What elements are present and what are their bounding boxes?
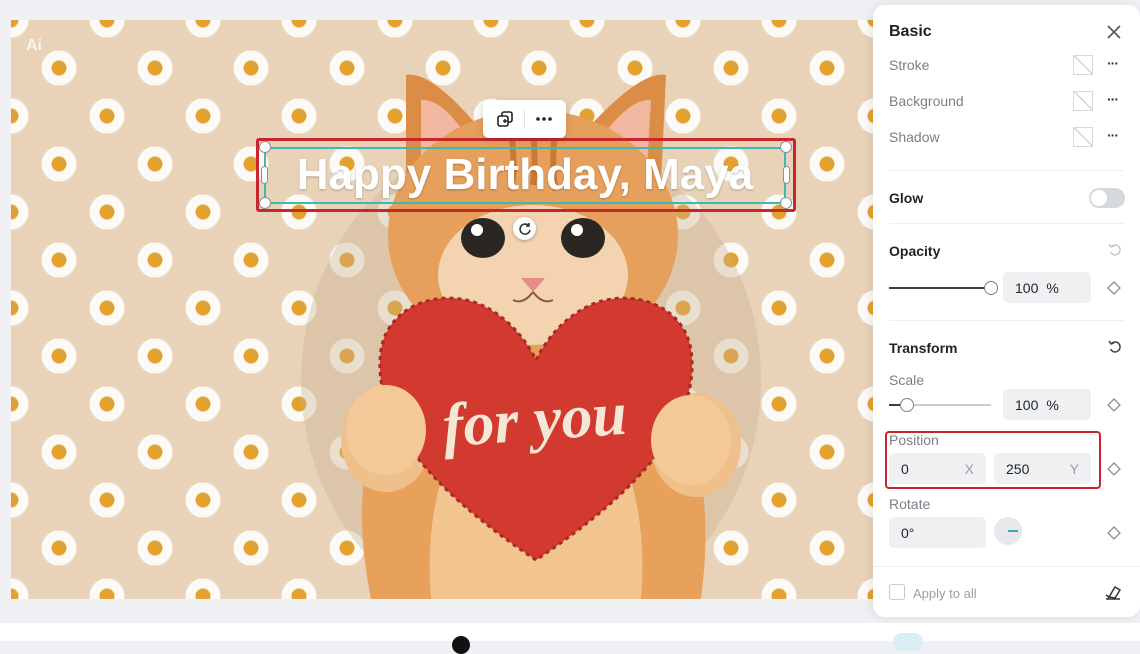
resize-handle-right[interactable] <box>783 166 790 184</box>
rotate-label: Rotate <box>889 496 931 512</box>
heart-text: for you <box>440 380 629 461</box>
position-x-axis-label: X <box>964 460 974 477</box>
scale-label: Scale <box>889 372 925 388</box>
close-icon <box>1107 25 1121 39</box>
transform-reset-button[interactable] <box>1107 339 1123 355</box>
panel-footer: Apply to all <box>873 566 1140 617</box>
glow-title: Glow <box>889 190 924 206</box>
divider <box>889 320 1124 321</box>
position-y-input[interactable]: 250 Y <box>994 453 1091 484</box>
opacity-slider-fill <box>889 287 991 289</box>
bottom-bar <box>0 623 1140 641</box>
playhead-icon[interactable] <box>452 636 470 654</box>
keyframe-diamond-icon <box>1107 526 1121 540</box>
resize-handle-left[interactable] <box>261 166 268 184</box>
position-keyframe-button[interactable] <box>1107 462 1121 476</box>
resize-handle-top-right[interactable] <box>780 141 792 153</box>
opacity-slider[interactable] <box>889 287 991 289</box>
opacity-value: 100 <box>1015 279 1039 296</box>
glow-toggle[interactable] <box>1089 188 1125 208</box>
scale-keyframe-button[interactable] <box>1107 398 1121 412</box>
transform-title: Transform <box>889 340 958 356</box>
background-more-button[interactable]: ··· <box>1107 91 1119 107</box>
opacity-keyframe-button[interactable] <box>1107 281 1121 295</box>
keyframe-diamond-icon <box>1107 281 1121 295</box>
divider <box>889 170 1124 171</box>
resize-handle-bottom-left[interactable] <box>259 197 271 209</box>
scale-slider-thumb[interactable] <box>900 398 914 412</box>
stroke-swatch[interactable] <box>1073 55 1093 75</box>
rotate-keyframe-button[interactable] <box>1107 526 1121 540</box>
properties-panel: Basic Stroke ··· Background ··· Shadow ·… <box>873 5 1140 617</box>
editor-canvas[interactable]: Ai for you Happy Birthday, Maya <box>11 20 873 599</box>
shadow-label: Shadow <box>889 129 940 145</box>
scale-input[interactable]: 100 % <box>1003 389 1091 420</box>
background-label: Background <box>889 93 964 109</box>
apply-to-all-label: Apply to all <box>913 586 977 601</box>
opacity-title: Opacity <box>889 243 941 259</box>
shadow-swatch[interactable] <box>1073 127 1093 147</box>
keyframe-diamond-icon <box>1107 462 1121 476</box>
duplicate-button[interactable] <box>491 105 519 133</box>
opacity-unit: % <box>1046 279 1059 296</box>
rotate-input[interactable]: 0° <box>889 517 986 548</box>
more-options-button[interactable] <box>530 105 558 133</box>
position-label: Position <box>889 432 939 448</box>
opacity-input[interactable]: 100 % <box>1003 272 1091 303</box>
position-y-value: 250 <box>1006 460 1030 477</box>
keyframe-diamond-icon <box>1107 398 1121 412</box>
shadow-more-button[interactable]: ··· <box>1107 127 1119 143</box>
divider <box>889 223 1124 224</box>
resize-handle-top-left[interactable] <box>259 141 271 153</box>
resize-handle-bottom-right[interactable] <box>780 197 792 209</box>
position-y-axis-label: Y <box>1069 460 1079 477</box>
reset-icon <box>1108 243 1121 256</box>
close-button[interactable] <box>1104 22 1124 42</box>
rotate-icon <box>518 222 531 235</box>
opacity-slider-thumb[interactable] <box>984 281 998 295</box>
rotate-handle[interactable] <box>513 217 536 240</box>
scale-value: 100 <box>1015 396 1039 413</box>
reset-icon <box>1108 340 1121 353</box>
stroke-label: Stroke <box>889 57 930 73</box>
background-swatch[interactable] <box>1073 91 1093 111</box>
more-icon <box>535 117 552 121</box>
duplicate-icon <box>497 111 514 127</box>
floating-toolbar <box>483 100 566 138</box>
rotate-value: 0° <box>901 524 915 541</box>
eraser-icon <box>1105 585 1122 600</box>
position-x-value: 0 <box>901 460 909 477</box>
stroke-more-button[interactable]: ··· <box>1107 55 1119 71</box>
position-x-input[interactable]: 0 X <box>889 453 986 484</box>
bottom-pill[interactable] <box>893 633 923 651</box>
apply-to-all-checkbox[interactable] <box>889 584 905 600</box>
opacity-reset-button[interactable] <box>1107 242 1123 258</box>
toolbar-separator <box>523 109 525 129</box>
panel-title: Basic <box>889 23 932 40</box>
kitten-image[interactable]: for you <box>11 20 873 599</box>
rotate-dial[interactable] <box>994 517 1022 545</box>
clear-style-button[interactable] <box>1104 584 1122 602</box>
headline-text[interactable]: Happy Birthday, Maya <box>264 145 786 205</box>
scale-unit: % <box>1046 396 1059 413</box>
